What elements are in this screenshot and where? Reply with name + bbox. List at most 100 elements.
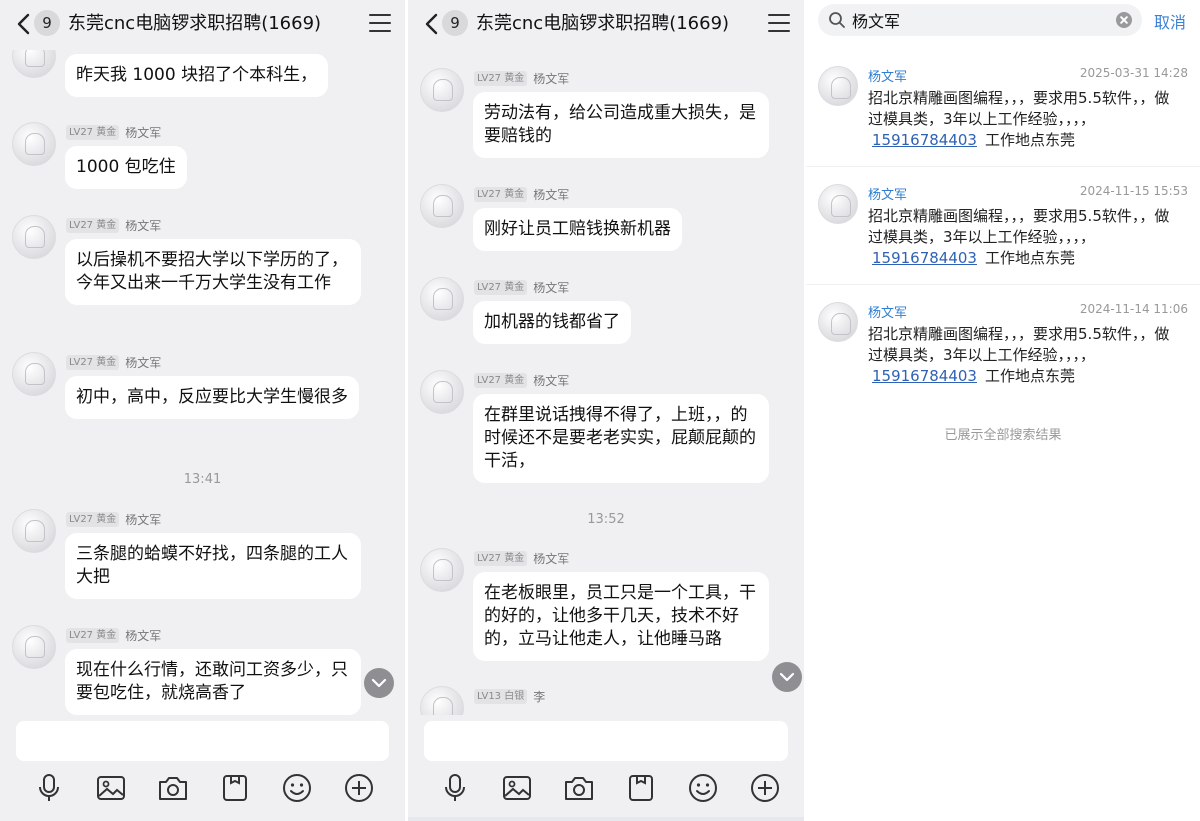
- search-panel: 取消 杨文军 2025-03-31 14:28 招北京精雕画图编程，，，要求用5…: [806, 0, 1200, 821]
- scroll-down-icon: [371, 678, 387, 688]
- clear-icon[interactable]: [1116, 12, 1132, 28]
- plus-icon: [751, 774, 779, 802]
- message-meta: LV27 黄金 杨文军: [66, 122, 161, 140]
- time-divider: 13:41: [183, 472, 222, 487]
- chat-title: 东莞cnc电脑锣求职招聘(1669): [476, 13, 730, 34]
- avatar[interactable]: [420, 68, 464, 112]
- message-bubble[interactable]: 三条腿的蛤蟆不好找，四条腿的工人大把: [65, 533, 361, 599]
- avatar[interactable]: [420, 548, 464, 592]
- file-button[interactable]: [218, 771, 252, 805]
- file-button[interactable]: [624, 771, 658, 805]
- message-input[interactable]: [16, 721, 389, 761]
- cancel-button[interactable]: 取消: [1154, 9, 1186, 33]
- message-list[interactable]: LV27 黄金 杨文军 劳动法有，给公司造成重大损失，是要赔钱的 LV27 黄金杨…: [408, 0, 804, 730]
- message-bubble[interactable]: 初中，高中，反应要比大学生慢很多: [65, 376, 359, 419]
- time-divider: 13:52: [587, 512, 625, 527]
- level-badge: LV27 黄金: [474, 373, 528, 388]
- level-badge: LV27 黄金: [474, 187, 528, 202]
- divider: [806, 166, 1200, 167]
- message-bubble[interactable]: 刚好让员工赔钱换新机器: [473, 208, 682, 251]
- image-button[interactable]: [94, 771, 128, 805]
- image-icon: [503, 776, 531, 800]
- voice-button[interactable]: [32, 771, 66, 805]
- message-bubble[interactable]: 在群里说话拽得不得了，上班，，的时候还不是要老老实实，屁颠屁颠的干活，: [473, 394, 769, 483]
- camera-button[interactable]: [562, 771, 596, 805]
- message-input[interactable]: [424, 721, 788, 761]
- message-meta: LV27 黄金 杨文军: [66, 625, 161, 643]
- voice-button[interactable]: [438, 771, 472, 805]
- file-icon: [223, 775, 247, 801]
- message-bubble[interactable]: 现在什么行情，还敢问工资多少，只要包吃住，就烧高香了: [65, 649, 361, 715]
- level-badge: LV27 黄金: [66, 355, 120, 370]
- result-text: 招北京精雕画图编程，，，要求用5.5软件，，做过模具类，3年以上工作经验，，，，…: [868, 325, 1170, 385]
- result-time: 2024-11-14 11:06: [1079, 302, 1188, 316]
- sender-name: 李: [533, 690, 546, 704]
- sender-name: 杨文军: [533, 552, 570, 566]
- level-badge: LV27 黄金: [474, 280, 528, 295]
- message-list[interactable]: 昨天我 1000 块招了个本科生， LV27 黄金 杨文军 1000 包吃住 LV…: [0, 0, 405, 715]
- search-result[interactable]: 杨文军 2024-11-14 11:06 招北京精雕画图编程，，，要求用5.5软…: [806, 294, 1200, 404]
- chat-header: 9 东莞cnc电脑锣求职招聘(1669): [0, 0, 405, 50]
- avatar: [818, 66, 858, 106]
- emoji-button[interactable]: [280, 771, 314, 805]
- level-badge: LV27 黄金: [66, 125, 120, 140]
- sender-name: 杨文军: [125, 513, 162, 527]
- file-icon: [629, 775, 653, 801]
- search-bar: [818, 4, 1142, 36]
- search-result[interactable]: 杨文军 2025-03-31 14:28 招北京精雕画图编程，，，要求用5.5软…: [806, 58, 1200, 168]
- avatar[interactable]: [420, 277, 464, 321]
- level-badge: LV27 黄金: [66, 512, 120, 527]
- avatar[interactable]: [420, 370, 464, 414]
- message-bubble[interactable]: 昨天我 1000 块招了个本科生，: [65, 54, 329, 97]
- toolbar: [408, 771, 804, 811]
- camera-button[interactable]: [156, 771, 190, 805]
- avatar[interactable]: [12, 625, 56, 669]
- left-chat-panel: 昨天我 1000 块招了个本科生， LV27 黄金 杨文军 1000 包吃住 LV…: [0, 0, 405, 821]
- more-button[interactable]: [748, 771, 782, 805]
- menu-button[interactable]: [369, 14, 391, 34]
- menu-icon: [768, 14, 790, 16]
- scroll-down-button[interactable]: [364, 668, 394, 698]
- avatar: [818, 302, 858, 342]
- search-result[interactable]: 杨文军 2024-11-15 15:53 招北京精雕画图编程，，，要求用5.5软…: [806, 176, 1200, 286]
- toolbar: [0, 771, 405, 811]
- chat-title: 东莞cnc电脑锣求职招聘(1669): [68, 13, 322, 34]
- search-icon: [828, 11, 846, 29]
- message-meta: LV27 黄金 杨文军: [66, 215, 161, 233]
- message-bubble[interactable]: 加机器的钱都省了: [473, 301, 631, 344]
- phone-link[interactable]: 15916784403: [872, 367, 977, 385]
- input-bar: [0, 715, 405, 821]
- mic-icon: [39, 774, 59, 801]
- image-button[interactable]: [500, 771, 534, 805]
- message-bubble[interactable]: 劳动法有，给公司造成重大损失，是要赔钱的: [473, 92, 769, 158]
- message-bubble[interactable]: 1000 包吃住: [65, 146, 187, 189]
- result-sender: 杨文军: [868, 70, 908, 85]
- avatar[interactable]: [12, 509, 56, 553]
- avatar[interactable]: [12, 122, 56, 166]
- scroll-down-icon: [779, 672, 795, 682]
- emoji-button[interactable]: [686, 771, 720, 805]
- unread-badge[interactable]: 9: [34, 10, 60, 36]
- message-meta: LV27 黄金 杨文军: [474, 184, 569, 202]
- avatar[interactable]: [12, 352, 56, 396]
- search-input[interactable]: [852, 7, 1102, 33]
- phone-link[interactable]: 15916784403: [872, 249, 977, 267]
- message-meta: LV13 白银李: [474, 686, 545, 704]
- sender-name: 杨文军: [125, 219, 162, 233]
- message-bubble[interactable]: 在老板眼里，员工只是一个工具，干的好的，让他多干几天，技术不好的，立马让他走人，…: [473, 572, 769, 661]
- avatar[interactable]: [420, 184, 464, 228]
- taskbar-strip: [408, 817, 804, 821]
- sender-name: 杨文军: [533, 374, 570, 388]
- mic-icon: [445, 774, 465, 801]
- phone-link[interactable]: 15916784403: [872, 131, 977, 149]
- menu-button[interactable]: [768, 14, 790, 34]
- message-meta: LV27 黄金 杨文军: [474, 370, 569, 388]
- scroll-down-button[interactable]: [772, 662, 802, 692]
- image-icon: [97, 776, 125, 800]
- more-button[interactable]: [342, 771, 376, 805]
- level-badge: LV13 白银: [474, 689, 528, 704]
- sender-name: 杨文军: [125, 356, 162, 370]
- message-bubble[interactable]: 以后操机不要招大学以下学历的了，今年又出来一千万大学生没有工作: [65, 239, 361, 305]
- unread-badge[interactable]: 9: [442, 10, 468, 36]
- avatar[interactable]: [12, 215, 56, 259]
